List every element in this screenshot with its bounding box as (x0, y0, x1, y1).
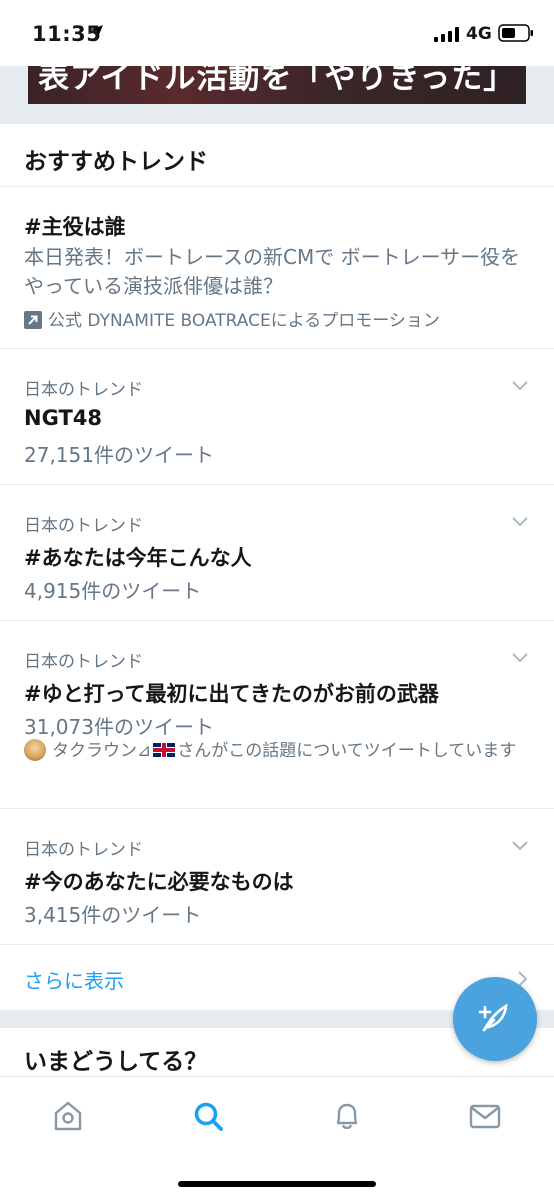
trend-context: 日本のトレンド (24, 840, 143, 860)
mention-user: タクラウン⊿ (52, 741, 152, 761)
whats-happening-title: いまどうしてる？ (24, 1049, 208, 1075)
trend-name: #ゆと打って最初に出てきたのがお前の武器 (24, 682, 439, 706)
mention-text: さんがこの話題についてツイートしています (177, 741, 517, 761)
battery-icon (498, 24, 533, 42)
home-icon[interactable] (51, 1099, 85, 1133)
promoted-icon (24, 311, 42, 329)
trend-count: 27,151件のツイート (24, 443, 214, 467)
trend-count: 3,415件のツイート (24, 903, 202, 927)
trend-mention: タクラウン⊿ さんがこの話題についてツイートしています (24, 739, 534, 764)
promoted-trend[interactable]: #主役は誰 本日発表！ボートレースの新CMで ボートレーサー役をやっている演技派… (0, 186, 554, 349)
status-bar: 11:35 4G (0, 0, 554, 66)
compose-feather-icon (478, 1003, 508, 1032)
chevron-down-icon[interactable] (510, 839, 530, 853)
trend-description: 本日発表！ボートレースの新CMで ボートレーサー役をやっている演技派俳優は誰？ (24, 245, 521, 298)
trend-context: 日本のトレンド (24, 516, 143, 536)
trend-count: 4,915件のツイート (24, 579, 202, 603)
trend-name: #主役は誰 (24, 215, 126, 239)
avatar (24, 739, 46, 761)
location-arrow-icon (91, 25, 103, 37)
network-type: 4G (466, 24, 492, 44)
home-indicator (178, 1181, 376, 1187)
compose-tweet-button[interactable] (453, 977, 537, 1061)
trends-card: おすすめトレンド #主役は誰 本日発表！ボートレースの新CMで ボートレーサー役… (0, 124, 554, 1010)
uk-flag-icon (153, 743, 176, 757)
bell-icon[interactable] (330, 1099, 364, 1133)
promoted-by: 公式 DYNAMITE BOATRACEによるプロモーション (48, 311, 440, 331)
chevron-down-icon[interactable] (510, 379, 530, 393)
trend-name: NGT48 (24, 406, 102, 430)
search-icon[interactable] (191, 1099, 225, 1133)
trends-title: おすすめトレンド (24, 149, 208, 175)
trend-context: 日本のトレンド (24, 652, 143, 672)
chevron-down-icon[interactable] (510, 515, 530, 529)
show-more-link[interactable]: さらに表示 (24, 965, 124, 994)
trend-name: #あなたは今年こんな人 (24, 546, 252, 570)
trend-count: 31,073件のツイート (24, 715, 214, 739)
trend-context: 日本のトレンド (24, 380, 143, 400)
signal-bars-icon (434, 27, 459, 42)
trend-item[interactable]: 日本のトレンド #ゆと打って最初に出てきたのがお前の武器 31,073件のツイー… (0, 620, 554, 809)
trend-item[interactable]: 日本のトレンド #あなたは今年こんな人 4,915件のツイート (0, 484, 554, 621)
trend-item[interactable]: 日本のトレンド #今のあなたに必要なものは 3,415件のツイート (0, 808, 554, 945)
news-banner[interactable]: 表アイドル活動を「やりきった」 (28, 66, 526, 104)
promoted-label: 公式 DYNAMITE BOATRACEによるプロモーション (24, 306, 440, 331)
trend-item[interactable]: 日本のトレンド NGT48 27,151件のツイート (0, 348, 554, 485)
banner-caption: 表アイドル活動を「やりきった」 (38, 66, 516, 96)
trend-name: #今のあなたに必要なものは (24, 870, 294, 894)
mail-icon[interactable] (468, 1099, 502, 1133)
chevron-down-icon[interactable] (510, 651, 530, 665)
